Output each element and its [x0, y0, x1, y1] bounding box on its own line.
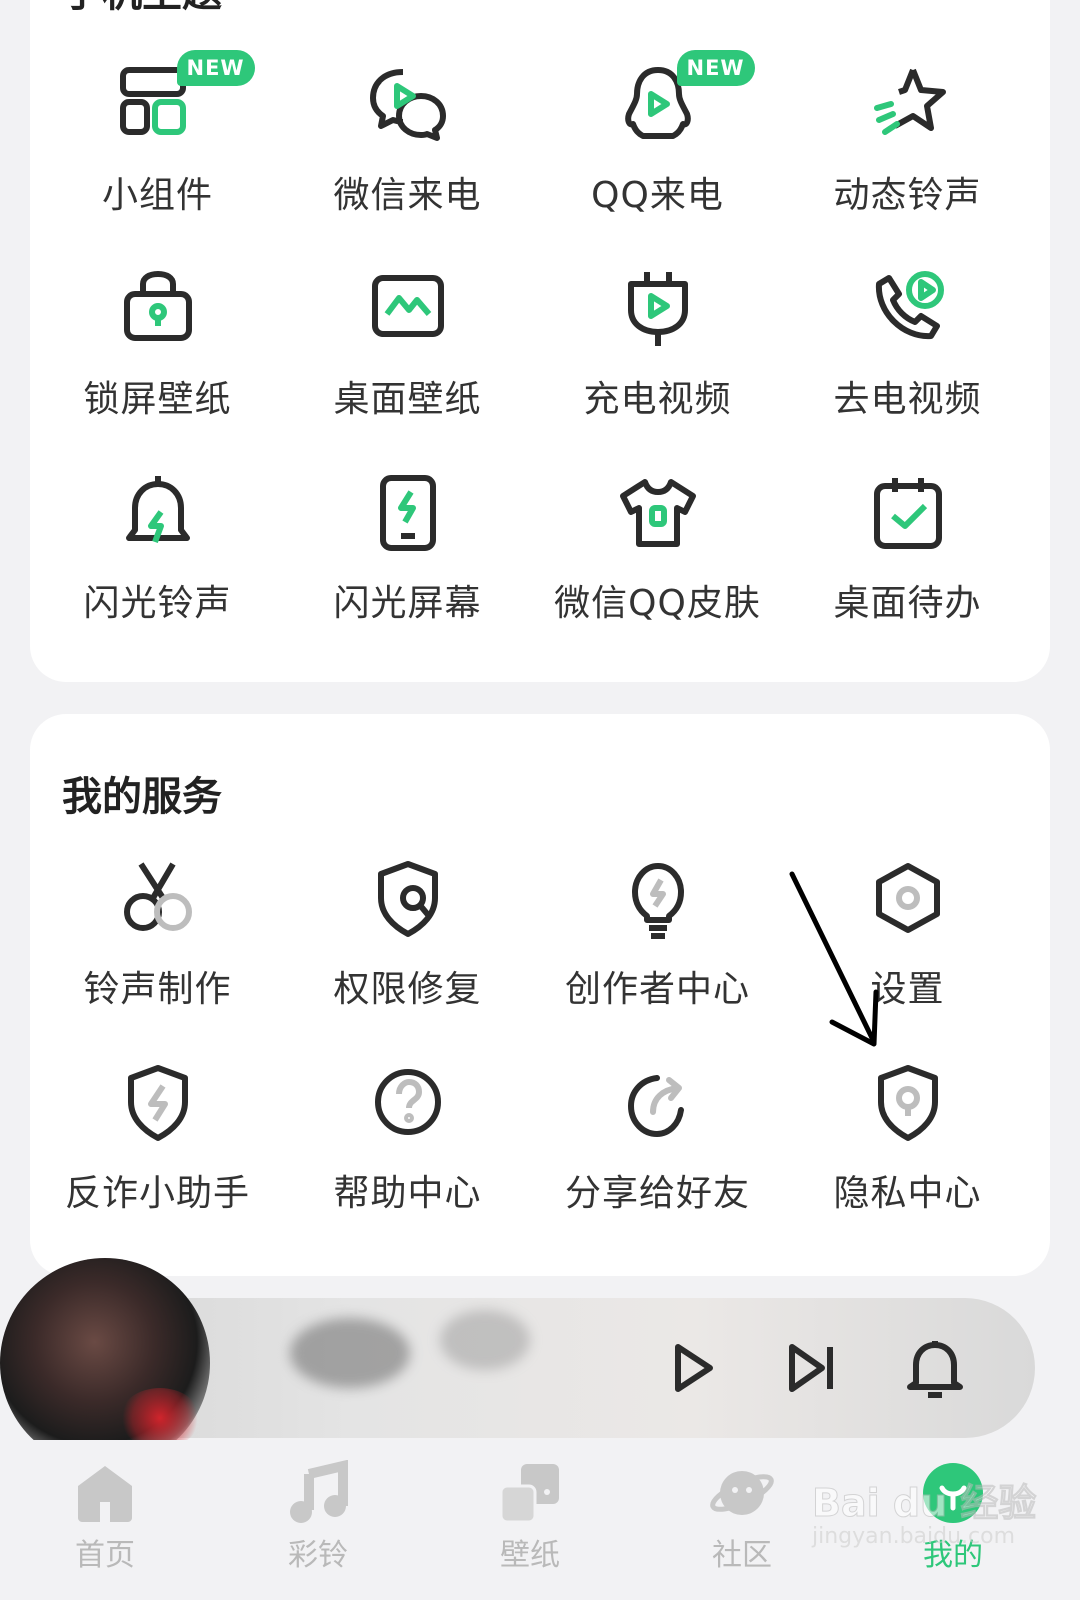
player-artwork-smudge [290, 1318, 410, 1388]
desktop-wallpaper-icon [363, 264, 453, 354]
grid-item-label: 设置 [870, 969, 945, 1010]
widget-icon: NEW [113, 50, 255, 150]
grid-item-desktop-wallpaper[interactable]: 桌面壁纸 [280, 264, 535, 464]
new-badge: NEW [176, 50, 255, 86]
permission-repair-icon [363, 854, 453, 944]
grid-item-settings[interactable]: 设置 [780, 854, 1035, 1054]
grid-item-label: 闪光铃声 [83, 583, 232, 624]
wechat-call-icon [363, 60, 453, 150]
player-artwork-smudge [440, 1310, 530, 1370]
grid-item-label: 微信QQ皮肤 [554, 583, 761, 624]
wallpaper-icon [497, 1460, 563, 1526]
grid-item-label: 权限修复 [333, 969, 482, 1010]
help-center-icon [363, 1058, 453, 1148]
dynamic-ringtone-icon [863, 60, 953, 150]
skip-next-icon [789, 1344, 833, 1392]
grid-item-label: 铃声制作 [83, 969, 232, 1010]
grid-item-flash-screen[interactable]: 闪光屏幕 [280, 468, 535, 668]
play-icon [675, 1344, 713, 1392]
grid-item-label: 小组件 [101, 175, 213, 216]
grid-item-label: 创作者中心 [564, 969, 750, 1010]
bell-icon [907, 1341, 963, 1398]
share-icon [613, 1058, 703, 1148]
lockscreen-wallpaper-icon [113, 264, 203, 354]
nav-label: 首页 [75, 1538, 135, 1573]
theme-card: 手机主题 NEW 小组件 微信来电 NEW QQ来电 [30, 0, 1050, 682]
grid-item-flash-ringtone[interactable]: 闪光铃声 [30, 468, 285, 668]
flash-screen-icon [363, 468, 453, 558]
grid-item-help-center[interactable]: 帮助中心 [280, 1058, 535, 1258]
new-badge: NEW [676, 50, 755, 86]
grid-item-skin[interactable]: 微信QQ皮肤 [530, 468, 785, 668]
charging-video-icon [613, 264, 703, 354]
flash-ringtone-icon [113, 468, 203, 558]
settings-icon [863, 854, 953, 944]
watermark-logo-text: Bai du 经验 [811, 1481, 1037, 1526]
grid-item-label: 桌面壁纸 [333, 379, 482, 420]
creator-center-icon [613, 854, 703, 944]
services-card: 我的服务 铃声制作 权限修复 创作者中心 设置 反诈小助手 帮助中心 分享给好友… [30, 714, 1050, 1276]
grid-item-lockscreen-wallpaper[interactable]: 锁屏壁纸 [30, 264, 285, 464]
nav-item-home[interactable]: 首页 [30, 1440, 180, 1600]
ringtone-bell-button[interactable] [900, 1333, 970, 1403]
nav-label: 壁纸 [500, 1538, 560, 1573]
grid-item-label: 分享给好友 [564, 1173, 750, 1214]
grid-item-label: 充电视频 [583, 379, 732, 420]
anti-fraud-icon [113, 1058, 203, 1148]
grid-item-label: 微信来电 [333, 175, 482, 216]
skip-next-button[interactable] [776, 1333, 846, 1403]
planet-icon [709, 1460, 775, 1526]
home-icon [72, 1460, 138, 1526]
outgoing-call-video-icon [863, 264, 953, 354]
nav-item-community[interactable]: 社区 [667, 1440, 817, 1600]
privacy-center-icon [863, 1058, 953, 1148]
music-note-icon [285, 1460, 351, 1526]
grid-item-label: 帮助中心 [333, 1173, 482, 1214]
grid-item-charging-video[interactable]: 充电视频 [530, 264, 785, 464]
theme-section-title: 手机主题 [62, 0, 222, 18]
grid-item-wechat-call[interactable]: 微信来电 [280, 60, 535, 260]
grid-item-label: QQ来电 [591, 175, 724, 216]
play-button[interactable] [656, 1333, 726, 1403]
grid-item-label: 反诈小助手 [64, 1173, 250, 1214]
qq-call-icon: NEW [613, 50, 755, 150]
grid-item-qq-call[interactable]: NEW QQ来电 [530, 50, 785, 260]
ringtone-maker-icon [113, 854, 203, 944]
grid-item-label: 动态铃声 [833, 175, 982, 216]
services-section-title: 我的服务 [62, 774, 222, 820]
album-cover[interactable] [0, 1258, 210, 1468]
grid-item-widget[interactable]: NEW 小组件 [30, 50, 285, 260]
grid-item-permission-repair[interactable]: 权限修复 [280, 854, 535, 1054]
grid-item-label: 桌面待办 [833, 583, 982, 624]
grid-item-anti-fraud[interactable]: 反诈小助手 [30, 1058, 285, 1258]
grid-item-privacy-center[interactable]: 隐私中心 [780, 1058, 1035, 1258]
nav-item-wallpaper[interactable]: 壁纸 [455, 1440, 605, 1600]
nav-label: 社区 [712, 1538, 772, 1573]
watermark-url: jingyan.baidu.com [812, 1524, 1016, 1549]
desktop-todo-icon [863, 468, 953, 558]
wechat-qq-skin-icon [613, 468, 703, 558]
grid-item-label: 闪光屏幕 [333, 583, 482, 624]
nav-item-ringback[interactable]: 彩铃 [243, 1440, 393, 1600]
nav-label: 彩铃 [288, 1538, 348, 1573]
grid-item-ringtone-maker[interactable]: 铃声制作 [30, 854, 285, 1054]
grid-item-desktop-todo[interactable]: 桌面待办 [780, 468, 1035, 668]
grid-item-outgoing-video[interactable]: 去电视频 [780, 264, 1035, 464]
grid-item-label: 去电视频 [833, 379, 982, 420]
grid-item-label: 隐私中心 [833, 1173, 982, 1214]
grid-item-creator-center[interactable]: 创作者中心 [530, 854, 785, 1054]
grid-item-dynamic-ringtone[interactable]: 动态铃声 [780, 60, 1035, 260]
grid-item-share[interactable]: 分享给好友 [530, 1058, 785, 1258]
watermark: Bai du 经验 jingyan.baidu.com [811, 1472, 1036, 1582]
grid-item-label: 锁屏壁纸 [83, 379, 232, 420]
